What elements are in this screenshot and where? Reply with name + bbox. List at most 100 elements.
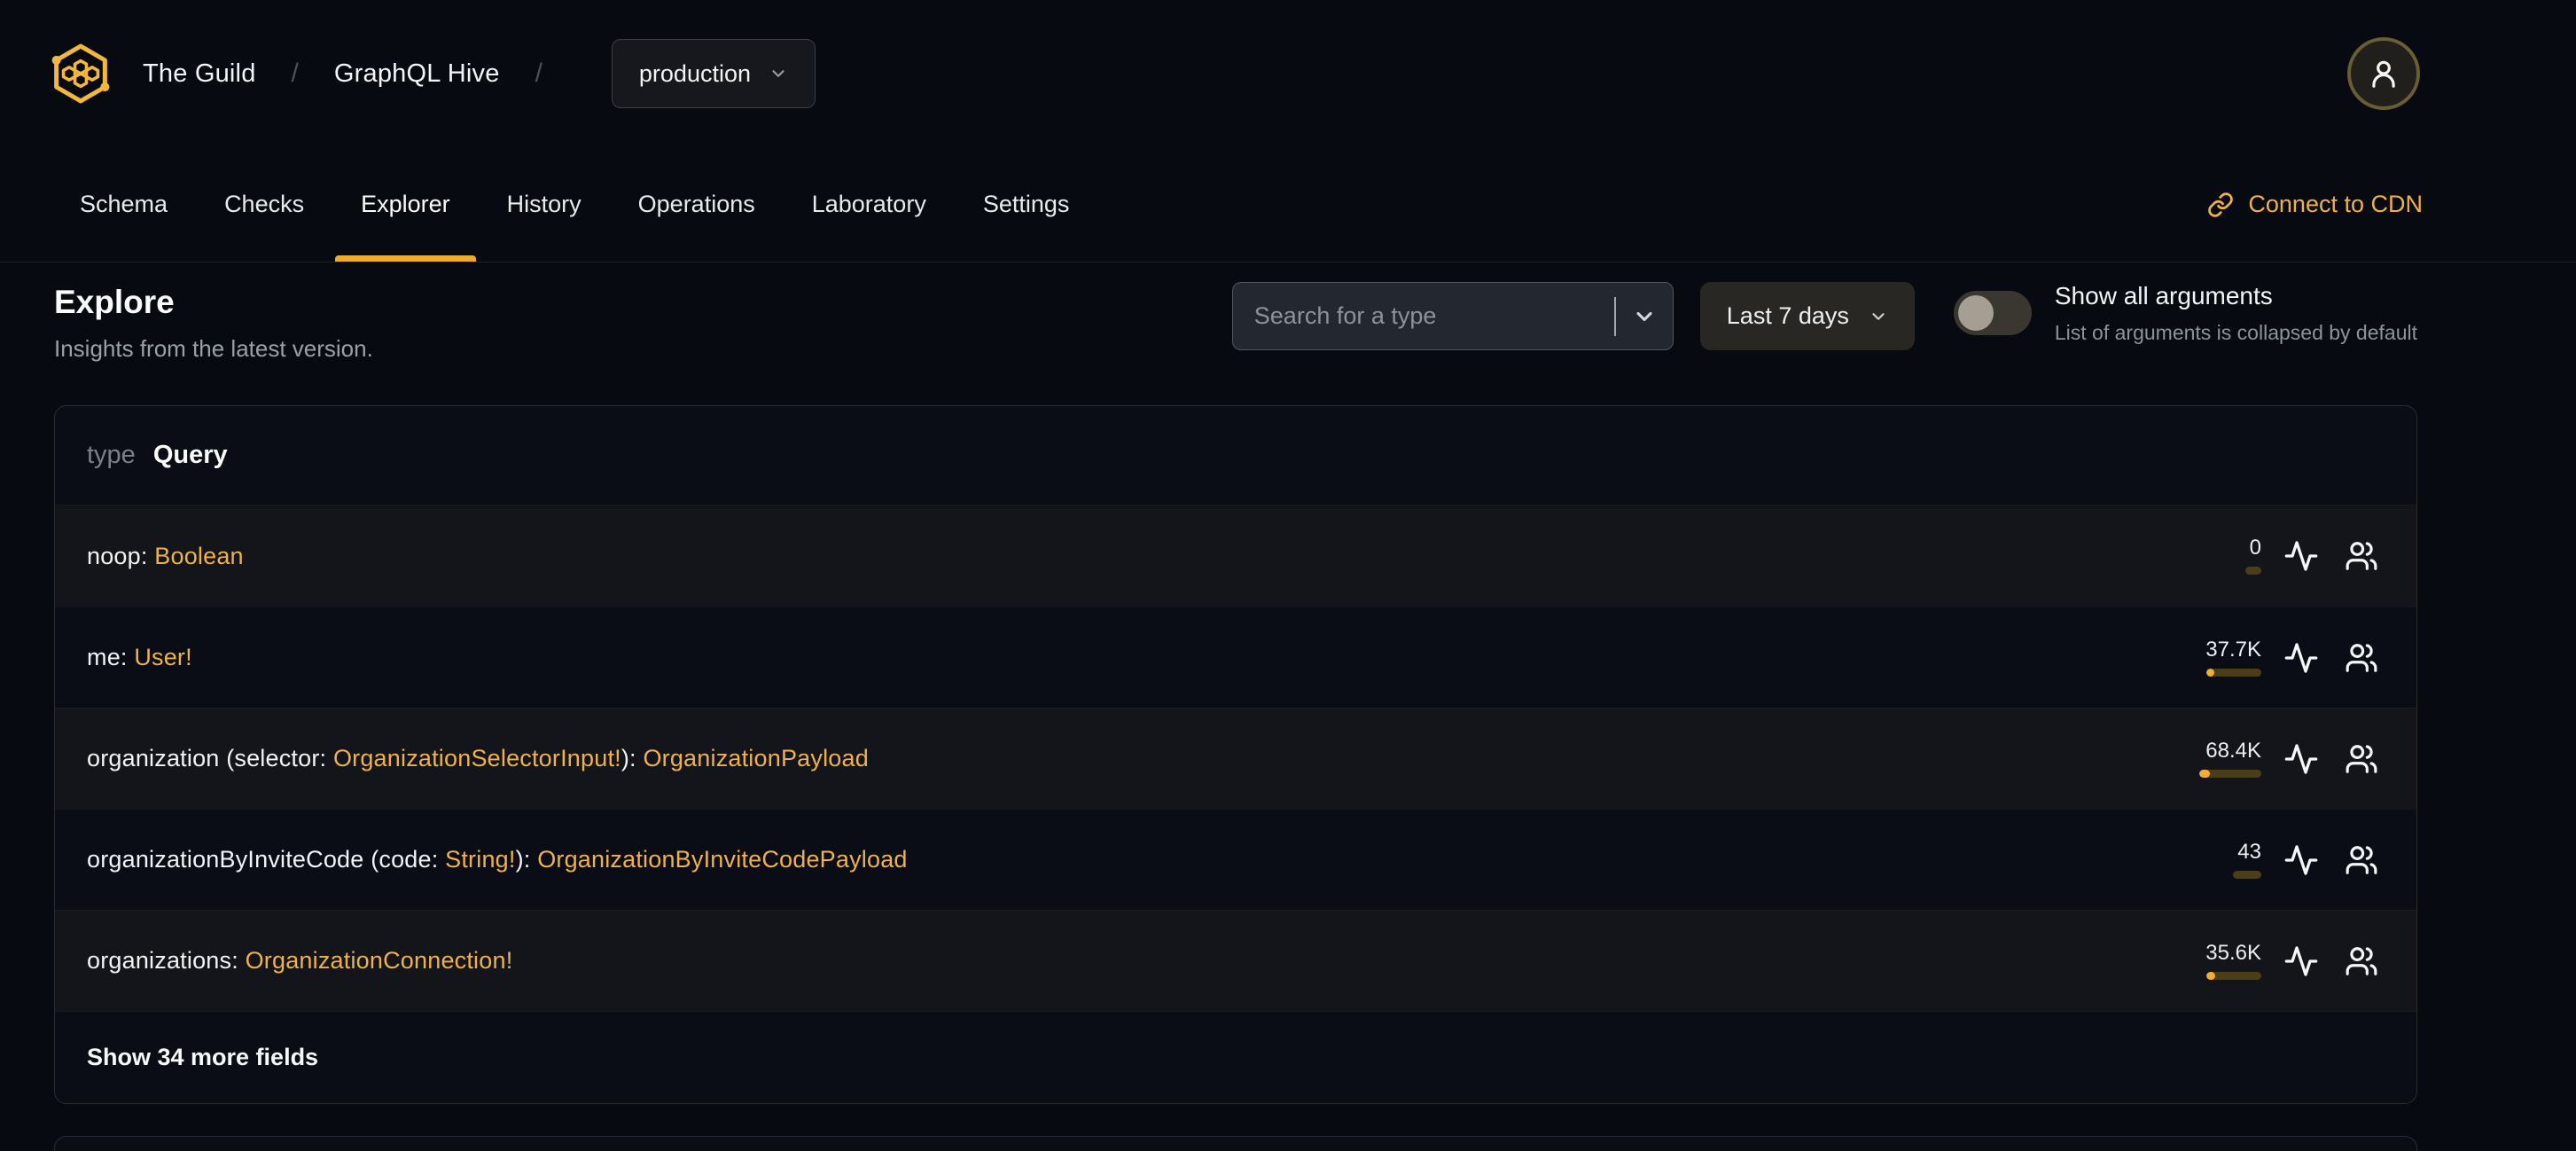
tab-label: Schema [80, 191, 168, 217]
page-subtitle: Insights from the latest version. [54, 335, 373, 362]
users-icon[interactable] [2341, 739, 2382, 779]
toggle-title: Show all arguments [2054, 282, 2273, 309]
breadcrumb-organization[interactable]: The Guild [143, 59, 256, 89]
field-text: ): [515, 846, 538, 873]
field-row: organizations: OrganizationConnection! 35… [55, 910, 2416, 1011]
field-usage: 35.6K [2205, 940, 2261, 980]
field-text: organizationByInviteCode (code: [87, 846, 446, 873]
link-icon [2207, 192, 2234, 218]
tab-checks[interactable]: Checks [199, 147, 330, 262]
type-search-combobox[interactable]: Search for a type [1231, 282, 1674, 350]
tab-operations[interactable]: Operations [613, 147, 781, 262]
field-text: organization (selector: [87, 745, 333, 771]
page-title-block: Explore Insights from the latest version… [54, 284, 373, 363]
field-usage-count: 0 [2249, 536, 2261, 560]
show-all-arguments-control: Show all arguments List of arguments is … [1953, 282, 2417, 345]
chevron-down-icon [769, 64, 788, 83]
toggle-knob [1957, 295, 1994, 331]
nav-tabs: Schema Checks Explorer History Operations Lab… [54, 147, 1095, 262]
users-icon[interactable] [2341, 840, 2382, 881]
tab-label: Operations [637, 191, 755, 217]
page-title: Explore [54, 284, 175, 320]
date-range-selector-button[interactable]: Last 7 days [1699, 282, 1915, 350]
field-row: organizationByInviteCode (code: String!)… [55, 809, 2416, 910]
field-stats: 43 [2233, 840, 2382, 881]
users-icon[interactable] [2341, 941, 2382, 982]
field-row: me: User! 37.7K [55, 607, 2416, 708]
gql-type-link[interactable]: OrganizationConnection! [246, 947, 513, 974]
type-card-query: type Query noop: Boolean 0 me: User! 37.7K o… [54, 405, 2417, 1104]
activity-icon[interactable] [2281, 840, 2322, 881]
gql-type-link[interactable]: OrganizationPayload [643, 745, 868, 771]
chevron-down-icon[interactable] [1632, 304, 1657, 329]
hive-explorer-page: The Guild / GraphQL Hive / production Sc… [0, 0, 2576, 1151]
field-usage-bar [2206, 668, 2261, 677]
field-usage: 0 [2245, 537, 2261, 575]
breadcrumb-separator: / [291, 59, 299, 88]
search-cursor-divider [1613, 296, 1616, 336]
users-icon[interactable] [2341, 536, 2382, 576]
field-text: organizations: [87, 947, 246, 974]
field-usage-bar-fill [2206, 668, 2214, 677]
user-avatar-button[interactable] [2347, 37, 2420, 110]
users-icon[interactable] [2341, 638, 2382, 678]
gql-type-link[interactable]: OrganizationByInviteCodePayload [537, 846, 907, 873]
tab-label: Explorer [361, 191, 450, 217]
field-text: noop: [87, 542, 155, 569]
hive-logo-icon[interactable] [49, 42, 113, 106]
field-stats: 68.4K [2199, 739, 2382, 779]
user-icon [2367, 57, 2400, 90]
field-usage-count: 35.6K [2205, 940, 2261, 965]
chevron-down-icon [1869, 307, 1888, 326]
target-selector-label: production [638, 59, 751, 87]
activity-icon[interactable] [2281, 739, 2322, 779]
field-usage-count: 68.4K [2205, 738, 2261, 763]
field-usage-bar-fill [2206, 971, 2215, 980]
show-all-arguments-toggle[interactable] [1953, 291, 2032, 335]
tab-schema[interactable]: Schema [54, 147, 193, 262]
field-usage-bar [2245, 567, 2261, 575]
field-usage: 37.7K [2205, 637, 2261, 677]
field-usage-bar [2199, 769, 2261, 778]
field-stats: 37.7K [2205, 638, 2382, 678]
field-row: organization (selector: OrganizationSele… [55, 708, 2416, 809]
connect-to-cdn-label: Connect to CDN [2248, 191, 2423, 217]
field-usage-count: 37.7K [2205, 637, 2261, 662]
tab-history[interactable]: History [481, 147, 607, 262]
toggle-labels: Show all arguments List of arguments is … [2055, 282, 2417, 345]
field-usage-bar-fill [2199, 769, 2210, 778]
gql-type-link[interactable]: OrganizationSelectorInput! [333, 745, 621, 771]
gql-type-link[interactable]: String! [445, 846, 515, 873]
gql-type-link[interactable]: Boolean [154, 543, 244, 569]
field-text: me: [87, 644, 135, 670]
activity-icon[interactable] [2281, 941, 2322, 982]
breadcrumb-separator: / [535, 59, 543, 88]
tab-laboratory[interactable]: Laboratory [786, 147, 952, 262]
breadcrumb-project[interactable]: GraphQL Hive [334, 59, 500, 89]
connect-to-cdn-button[interactable]: Connect to CDN [2207, 147, 2423, 262]
tab-settings[interactable]: Settings [957, 147, 1096, 262]
field-usage: 68.4K [2199, 740, 2261, 778]
field-usage: 43 [2233, 841, 2261, 879]
type-name-link[interactable]: Query [153, 441, 228, 470]
gql-type-link[interactable]: User! [134, 644, 192, 670]
activity-icon[interactable] [2281, 536, 2322, 576]
target-selector-button[interactable]: production [611, 39, 816, 108]
type-card-header: type Query [55, 406, 2416, 505]
field-definition: noop: Boolean [87, 543, 244, 570]
type-search-placeholder: Search for a type [1253, 302, 1437, 329]
tab-label: History [506, 191, 582, 217]
field-text: ): [621, 745, 644, 771]
tab-label: Settings [982, 191, 1070, 217]
field-usage-bar [2206, 971, 2261, 980]
date-range-label: Last 7 days [1726, 302, 1849, 329]
field-usage-bar [2233, 870, 2261, 879]
type-kind-label: type [87, 441, 136, 469]
field-stats: 35.6K [2205, 941, 2382, 982]
show-more-fields-button[interactable]: Show 34 more fields [55, 1011, 2416, 1103]
activity-icon[interactable] [2281, 638, 2322, 678]
field-list: noop: Boolean 0 me: User! 37.7K organization… [55, 505, 2416, 1011]
tab-explorer[interactable]: Explorer [335, 147, 476, 262]
tab-label: Checks [224, 191, 305, 217]
explorer-controls: Explore Insights from the latest version… [54, 282, 2417, 363]
